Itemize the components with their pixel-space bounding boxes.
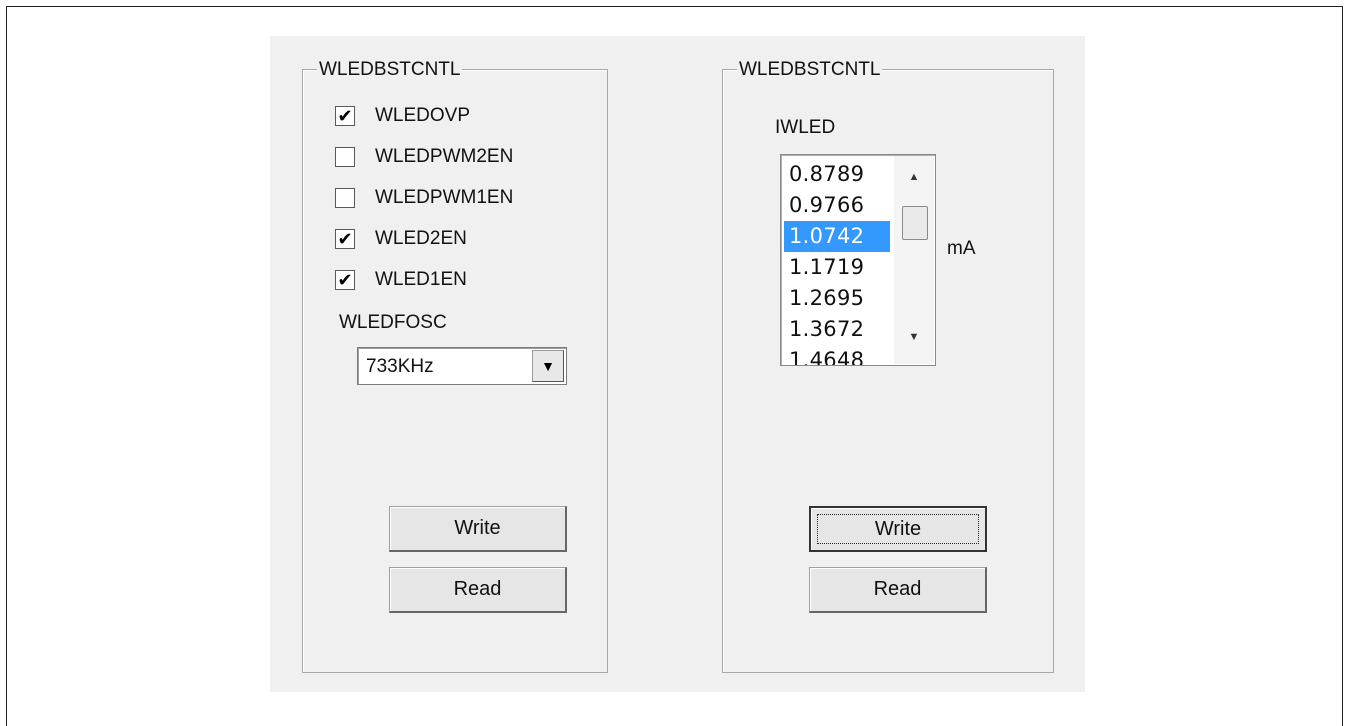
iwled-listbox[interactable]: 0.8789 0.9766 1.0742 1.1719 1.2695 1.3672 1.46… — [780, 154, 936, 366]
checkbox-label: WLEDOVP — [375, 105, 471, 126]
check-icon: ✔ — [337, 229, 353, 249]
left-write-button[interactable]: Write — [389, 506, 567, 552]
checkbox-box[interactable]: ✔ — [335, 106, 355, 126]
list-item[interactable]: 1.4648 — [784, 345, 890, 365]
checkbox-wledpwm2en[interactable]: WLEDPWM2EN — [335, 144, 513, 170]
right-read-button[interactable]: Read — [809, 567, 987, 613]
check-icon: ✔ — [337, 106, 353, 126]
listbox-items: 0.8789 0.9766 1.0742 1.1719 1.2695 1.3672 1.46… — [784, 159, 890, 365]
list-item[interactable]: 1.2695 — [784, 283, 890, 314]
wledfosc-value: 733KHz — [366, 356, 434, 377]
checkbox-label: WLED2EN — [375, 228, 467, 249]
scroll-up-arrow-icon[interactable]: ▲ — [894, 164, 934, 190]
list-item[interactable]: 1.1719 — [784, 252, 890, 283]
checkbox-wled2en[interactable]: ✔ WLED2EN — [335, 226, 467, 252]
scroll-down-arrow-icon[interactable]: ▼ — [894, 324, 934, 350]
right-write-button[interactable]: Write — [809, 506, 987, 552]
iwled-label: IWLED — [775, 117, 836, 138]
list-item[interactable]: 1.3672 — [784, 314, 890, 345]
checkbox-label: WLED1EN — [375, 269, 467, 290]
dialog-window: WLEDBSTCNTL ✔ WLEDOVP WLEDPWM2EN WLEDPWM… — [270, 36, 1085, 692]
checkbox-wledpwm1en[interactable]: WLEDPWM1EN — [335, 185, 513, 211]
checkbox-box[interactable]: ✔ — [335, 229, 355, 249]
checkbox-box[interactable]: ✔ — [335, 270, 355, 290]
checkbox-label: WLEDPWM2EN — [375, 146, 514, 167]
scrollbar-thumb[interactable] — [902, 206, 928, 240]
button-label: Read — [873, 578, 922, 600]
checkbox-box[interactable] — [335, 188, 355, 208]
right-groupbox: WLEDBSTCNTL IWLED 0.8789 0.9766 1.0742 1.17… — [722, 59, 1054, 673]
check-icon: ✔ — [337, 270, 353, 290]
checkbox-box[interactable] — [335, 147, 355, 167]
right-group-title: WLEDBSTCNTL — [737, 59, 883, 81]
wledfosc-combobox[interactable]: 733KHz ▼ — [357, 347, 567, 385]
list-item[interactable]: 1.0742 — [784, 221, 890, 252]
left-group-title: WLEDBSTCNTL — [317, 59, 463, 81]
focus-rectangle — [817, 514, 979, 544]
checkbox-wledovp[interactable]: ✔ WLEDOVP — [335, 103, 470, 129]
left-read-button[interactable]: Read — [389, 567, 567, 613]
button-label: Write — [454, 517, 501, 539]
left-groupbox: WLEDBSTCNTL ✔ WLEDOVP WLEDPWM2EN WLEDPWM… — [302, 59, 608, 673]
list-item[interactable]: 0.8789 — [784, 159, 890, 190]
button-label: Read — [453, 578, 502, 600]
wledfosc-label: WLEDFOSC — [339, 312, 447, 333]
checkbox-label: WLEDPWM1EN — [375, 187, 514, 208]
chevron-down-icon[interactable]: ▼ — [532, 350, 564, 382]
unit-label: mA — [947, 238, 976, 259]
listbox-scrollbar[interactable]: ▲ ▼ — [894, 156, 934, 364]
checkbox-wled1en[interactable]: ✔ WLED1EN — [335, 267, 467, 293]
list-item[interactable]: 0.9766 — [784, 190, 890, 221]
